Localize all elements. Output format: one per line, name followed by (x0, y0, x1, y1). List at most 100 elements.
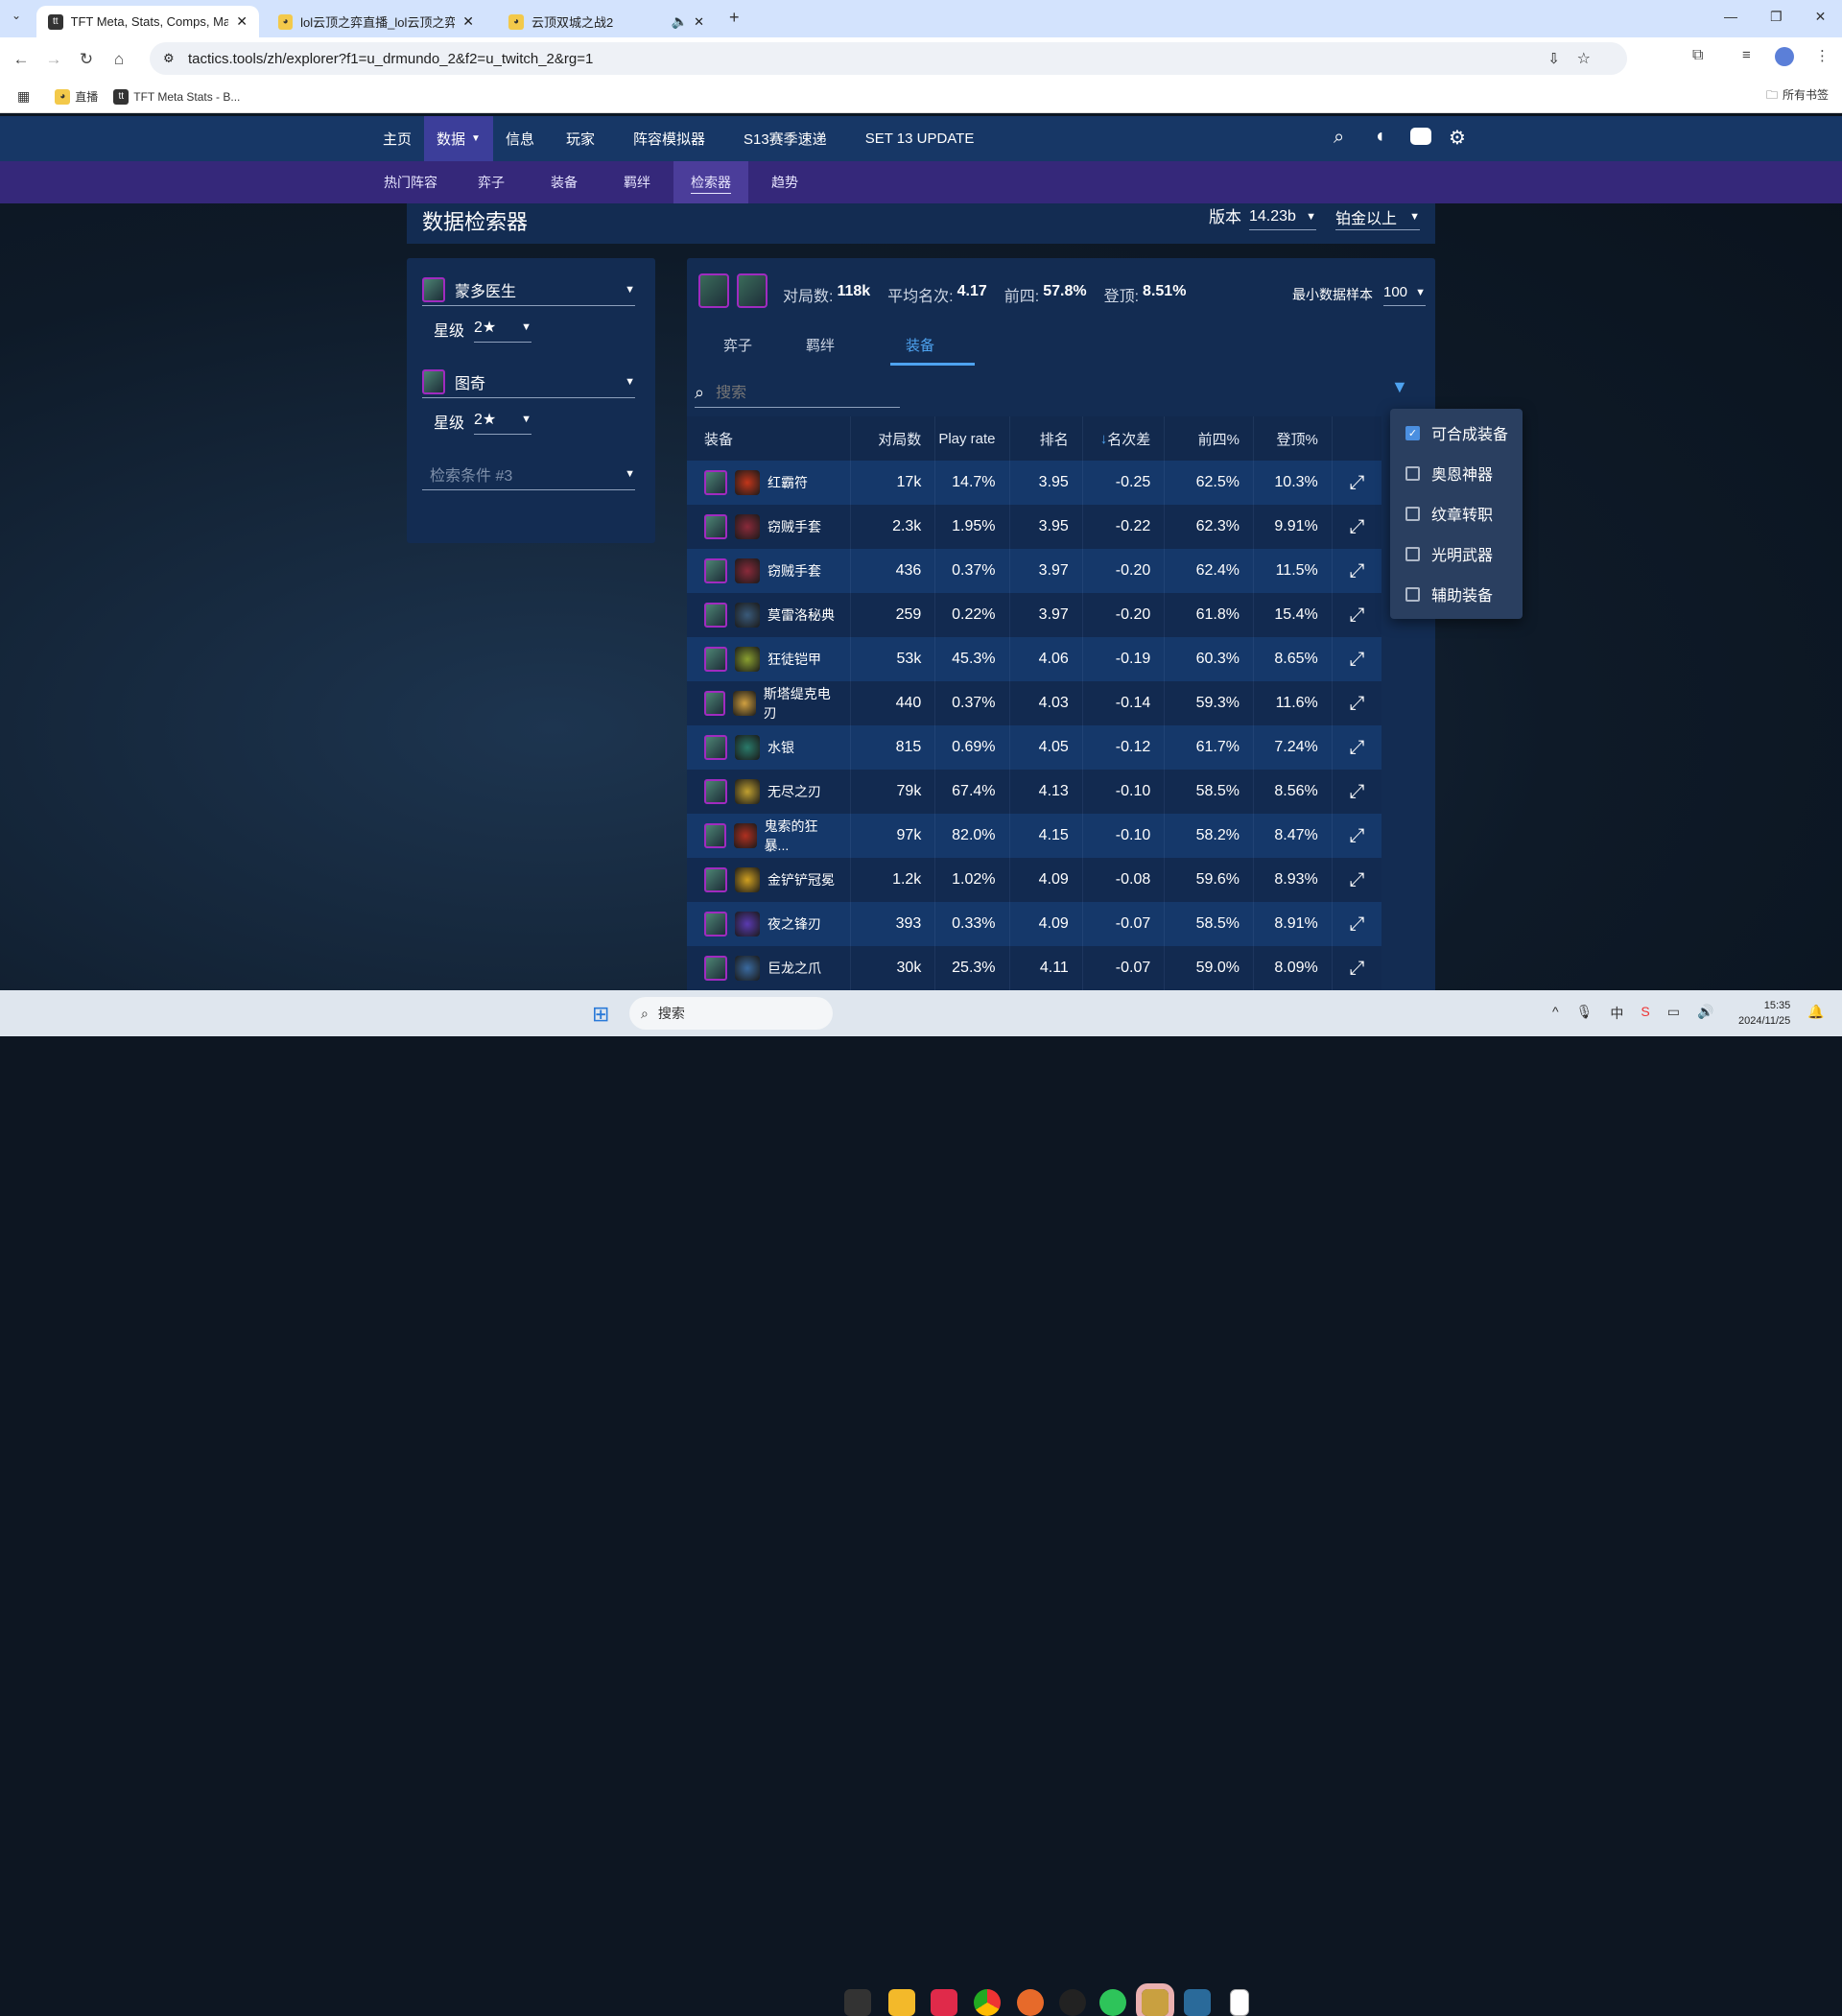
subnav-explorer[interactable]: 检索器 (673, 161, 748, 203)
minimize-button[interactable]: — (1724, 9, 1737, 25)
expand-icon[interactable]: ⤢ (1333, 946, 1382, 990)
browser-tab-huya-2[interactable]: ◕ 云顶双城之战2 🔈 ✕ (497, 6, 716, 37)
netease-music-icon[interactable] (931, 1989, 957, 2016)
tab-list-chevron-icon[interactable]: ⌄ (12, 9, 21, 22)
expand-icon[interactable]: ⤢ (1333, 858, 1382, 902)
tft-icon[interactable] (1184, 1989, 1211, 2016)
nav-s13[interactable]: S13赛季速递 (724, 116, 846, 161)
filter-option[interactable]: ✓ 可合成装备 (1390, 413, 1523, 453)
column-header[interactable]: 前四% (1165, 416, 1254, 461)
nav-home[interactable]: 主页 (370, 116, 424, 161)
sogou-icon[interactable]: S (1641, 1004, 1649, 1023)
subnav-traits[interactable]: 羁绊 (601, 161, 673, 203)
expand-icon[interactable]: ⤢ (1333, 549, 1382, 593)
volume-icon[interactable]: 🔊 (1697, 1004, 1713, 1023)
network-icon[interactable]: ▭ (1667, 1004, 1680, 1023)
condition-select-3[interactable]: 检索条件 #3 ▼ (422, 458, 635, 490)
tray-chevron-icon[interactable]: ^ (1552, 1004, 1559, 1023)
app-icon[interactable] (1017, 1989, 1044, 2016)
column-header[interactable]: 登顶% (1254, 416, 1333, 461)
file-explorer-icon[interactable] (888, 1989, 915, 2016)
profile-avatar[interactable] (1775, 47, 1794, 66)
expand-icon[interactable]: ⤢ (1333, 505, 1382, 549)
nav-players[interactable]: 玩家 (547, 116, 614, 161)
extensions-icon[interactable]: ⧉ (1692, 47, 1703, 64)
tab-traits[interactable]: 羁绊 (806, 335, 835, 355)
nav-team-builder[interactable]: 阵容模拟器 (614, 116, 724, 161)
wechat-icon[interactable] (1099, 1989, 1126, 2016)
clock[interactable]: 15:35 2024/11/25 (1738, 998, 1790, 1029)
all-bookmarks[interactable]: 🗀 所有书签 (1766, 86, 1829, 107)
expand-icon[interactable]: ⤢ (1333, 681, 1382, 725)
site-info-icon[interactable]: ⚙ (163, 51, 175, 66)
column-header[interactable]: 对局数 (851, 416, 936, 461)
star-select-2[interactable]: 2★ ▼ (474, 404, 531, 435)
expand-icon[interactable]: ⤢ (1333, 814, 1382, 858)
expand-icon[interactable]: ⤢ (1333, 902, 1382, 946)
column-header[interactable]: 装备 (687, 416, 852, 461)
expand-icon[interactable]: ⤢ (1333, 593, 1382, 637)
rank-select[interactable]: 铂金以上 ▼ (1335, 203, 1420, 230)
filter-icon[interactable]: ▼ (1391, 377, 1408, 397)
expand-icon[interactable]: ⤢ (1333, 637, 1382, 681)
url-input[interactable]: ⚙ tactics.tools/zh/explorer?f1=u_drmundo_… (150, 42, 1627, 75)
checkbox[interactable] (1405, 465, 1420, 481)
forward-icon[interactable]: → (37, 50, 70, 69)
subnav-units[interactable]: 弈子 (455, 161, 528, 203)
chrome-icon[interactable] (974, 1989, 1001, 2016)
column-header[interactable]: ↓ 名次差 (1083, 416, 1166, 461)
bookmark-tft[interactable]: tt TFT Meta Stats - B... (113, 88, 240, 105)
browser-tab-tft[interactable]: tt TFT Meta, Stats, Comps, Mat ✕ (36, 6, 259, 37)
checkbox[interactable] (1405, 546, 1420, 561)
patreon-icon[interactable]: ◖ (1374, 126, 1385, 148)
microphone-icon[interactable]: 🎙 (1576, 1004, 1594, 1023)
menu-icon[interactable]: ⋮ (1815, 47, 1830, 64)
column-header[interactable]: 排名 (1010, 416, 1083, 461)
unit-select-1[interactable]: 蒙多医生 ▼ (422, 273, 635, 306)
close-tab-icon[interactable]: ✕ (694, 14, 704, 30)
star-select-1[interactable]: 2★ ▼ (474, 312, 531, 343)
close-tab-icon[interactable]: ✕ (462, 13, 474, 30)
version-select[interactable]: 14.23b ▼ (1249, 203, 1316, 230)
discord-icon[interactable] (1410, 128, 1431, 145)
browser-tab-huya-1[interactable]: ◕ lol云顶之弈直播_lol云顶之弈直 ✕ (267, 6, 485, 37)
checkbox[interactable] (1405, 586, 1420, 602)
checkbox[interactable] (1405, 506, 1420, 521)
search-icon[interactable]: ⌕ (1334, 127, 1344, 149)
nav-set13-update[interactable]: SET 13 UPDATE (846, 116, 994, 161)
install-icon[interactable]: ⇩ (1547, 50, 1560, 67)
notification-bell-icon[interactable]: 🔔 (1807, 1004, 1824, 1020)
tab-units[interactable]: 弈子 (723, 335, 752, 355)
column-header[interactable]: Play rate (935, 416, 1010, 461)
ime-icon[interactable]: 中 (1610, 1004, 1623, 1023)
search-field[interactable]: ⌕ (695, 379, 900, 408)
taskbar-search[interactable]: ⌕ 搜索 (629, 997, 833, 1030)
nav-info[interactable]: 信息 (493, 116, 547, 161)
new-tab-button[interactable]: + (729, 8, 740, 28)
subnav-items[interactable]: 装备 (528, 161, 601, 203)
checkbox-checked[interactable]: ✓ (1405, 425, 1420, 440)
settings-gear-icon[interactable]: ⚙ (1449, 126, 1466, 150)
subnav-trends[interactable]: 趋势 (748, 161, 821, 203)
min-sample-select[interactable]: 100 ▼ (1383, 279, 1426, 306)
reload-icon[interactable]: ↻ (70, 50, 103, 69)
windows-start-icon[interactable]: ⊞ (592, 1002, 609, 1027)
restore-button[interactable]: ❐ (1770, 9, 1783, 25)
home-icon[interactable]: ⌂ (103, 50, 135, 69)
filter-option[interactable]: 辅助装备 (1390, 574, 1523, 614)
back-icon[interactable]: ← (5, 50, 37, 69)
app-icon[interactable] (1059, 1989, 1086, 2016)
app-icon[interactable] (1230, 1989, 1249, 2016)
nav-data[interactable]: 数据 ▼ (424, 116, 493, 161)
audio-icon[interactable]: 🔈 (672, 13, 688, 30)
tab-items[interactable]: 装备 (890, 335, 975, 366)
subnav-comps[interactable]: 热门阵容 (366, 161, 455, 203)
apps-icon[interactable]: ▦ (17, 88, 30, 105)
filter-option[interactable]: 奥恩神器 (1390, 453, 1523, 493)
search-input[interactable] (716, 384, 880, 402)
close-window-button[interactable]: ✕ (1815, 9, 1827, 25)
close-tab-icon[interactable]: ✕ (236, 13, 248, 30)
expand-icon[interactable]: ⤢ (1333, 770, 1382, 814)
bookmark-live[interactable]: ◕ 直播 (55, 88, 98, 105)
media-icon[interactable]: ≡ (1742, 47, 1751, 63)
